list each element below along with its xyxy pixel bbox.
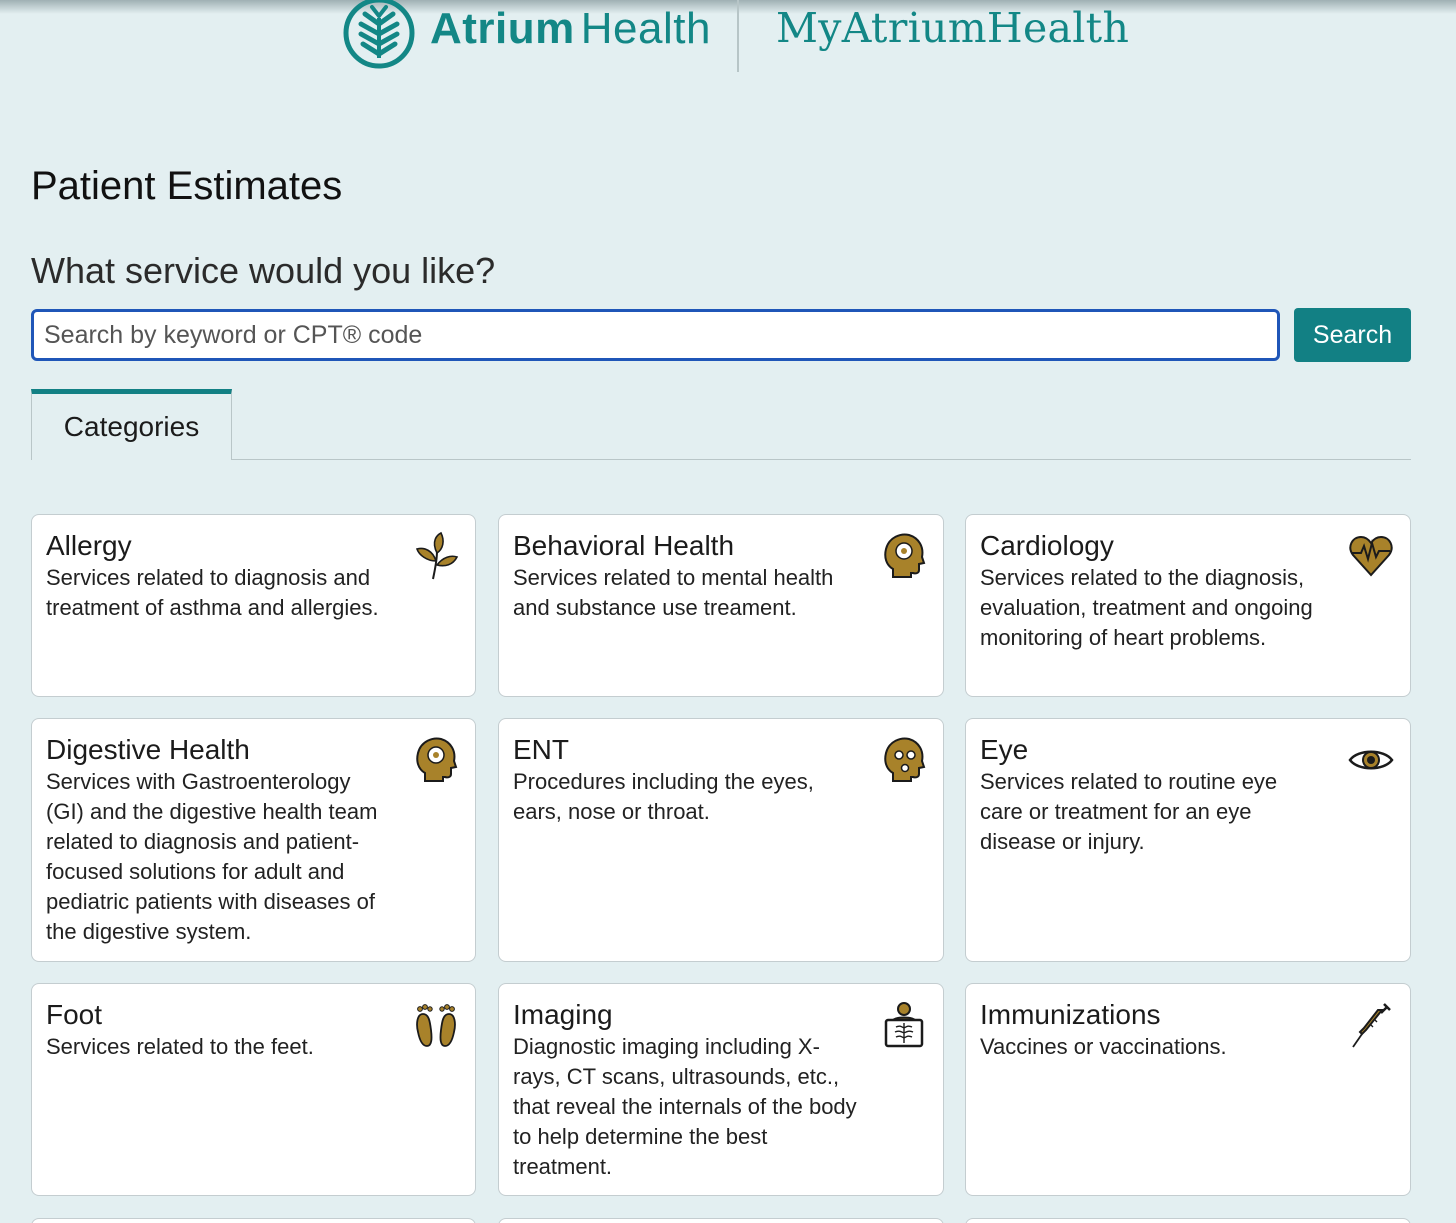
- card-description: Procedures including the eyes, ears, nos…: [513, 769, 814, 824]
- xray-icon: [881, 1000, 927, 1050]
- page-title: Patient Estimates: [31, 164, 343, 208]
- card-description: Services related to the diagnosis, evalu…: [980, 565, 1313, 650]
- category-card-foot[interactable]: Foot Services related to the feet.: [31, 983, 476, 1196]
- category-card-immunizations[interactable]: Immunizations Vaccines or vaccinations.: [965, 983, 1411, 1196]
- category-card-partial[interactable]: [31, 1218, 476, 1223]
- card-description: Services related to routine eye care or …: [980, 769, 1278, 854]
- tab-categories[interactable]: Categories: [31, 389, 232, 460]
- card-title: Allergy: [46, 530, 132, 561]
- card-title: Imaging: [513, 999, 613, 1030]
- category-card-partial[interactable]: [498, 1218, 944, 1223]
- service-question: What service would you like?: [31, 250, 496, 291]
- card-title: Behavioral Health: [513, 530, 735, 561]
- category-card-partial[interactable]: [965, 1218, 1411, 1223]
- brand-light: Health: [580, 4, 711, 53]
- brand-bold: Atrium: [430, 4, 575, 53]
- category-card-behavioral-health[interactable]: Behavioral Health Services related to me…: [498, 514, 944, 697]
- card-description: Diagnostic imaging including X-rays, CT …: [513, 1034, 857, 1179]
- tabs-divider: [31, 459, 1411, 460]
- category-card-cardiology[interactable]: Cardiology Services related to the diagn…: [965, 514, 1411, 697]
- card-title: ENT: [513, 734, 569, 765]
- eye-icon: [1348, 735, 1394, 785]
- brand-name[interactable]: Atrium Health: [430, 4, 711, 54]
- card-title: Foot: [46, 999, 103, 1030]
- syringe-icon: [1348, 1000, 1394, 1050]
- card-description: Services related to mental health and su…: [513, 565, 834, 620]
- card-title: Cardiology: [980, 530, 1114, 561]
- card-title: Immunizations: [980, 999, 1161, 1030]
- head-gear-icon: [881, 531, 927, 581]
- card-description: Services related to diagnosis and treatm…: [46, 565, 379, 620]
- card-title: Eye: [980, 734, 1029, 765]
- card-description: Services with Gastroenterology (GI) and …: [46, 769, 378, 944]
- categories-grid: Allergy Services related to diagnosis an…: [31, 514, 1411, 1223]
- face-icon: [881, 735, 927, 785]
- category-card-imaging[interactable]: Imaging Diagnostic imaging including X-r…: [498, 983, 944, 1196]
- portal-name[interactable]: MyAtriumHealth: [776, 4, 1129, 52]
- heart-pulse-icon: [1348, 531, 1394, 581]
- search-input[interactable]: [31, 309, 1280, 361]
- head-gear-icon: [413, 735, 459, 785]
- search-button[interactable]: Search: [1294, 308, 1411, 362]
- card-title: Digestive Health: [46, 734, 250, 765]
- category-card-digestive-health[interactable]: Digestive Health Services with Gastroent…: [31, 718, 476, 962]
- category-card-eye[interactable]: Eye Services related to routine eye care…: [965, 718, 1411, 962]
- footprints-icon: [413, 1000, 459, 1050]
- site-header: Atrium Health MyAtriumHealth: [0, 0, 1456, 80]
- category-card-ent[interactable]: ENT Procedures including the eyes, ears,…: [498, 718, 944, 962]
- atrium-logo-icon[interactable]: [342, 0, 416, 70]
- category-card-allergy[interactable]: Allergy Services related to diagnosis an…: [31, 514, 476, 697]
- card-description: Services related to the feet.: [46, 1034, 314, 1059]
- card-description: Vaccines or vaccinations.: [980, 1034, 1227, 1059]
- header-divider: [737, 0, 739, 72]
- leaf-icon: [413, 531, 459, 581]
